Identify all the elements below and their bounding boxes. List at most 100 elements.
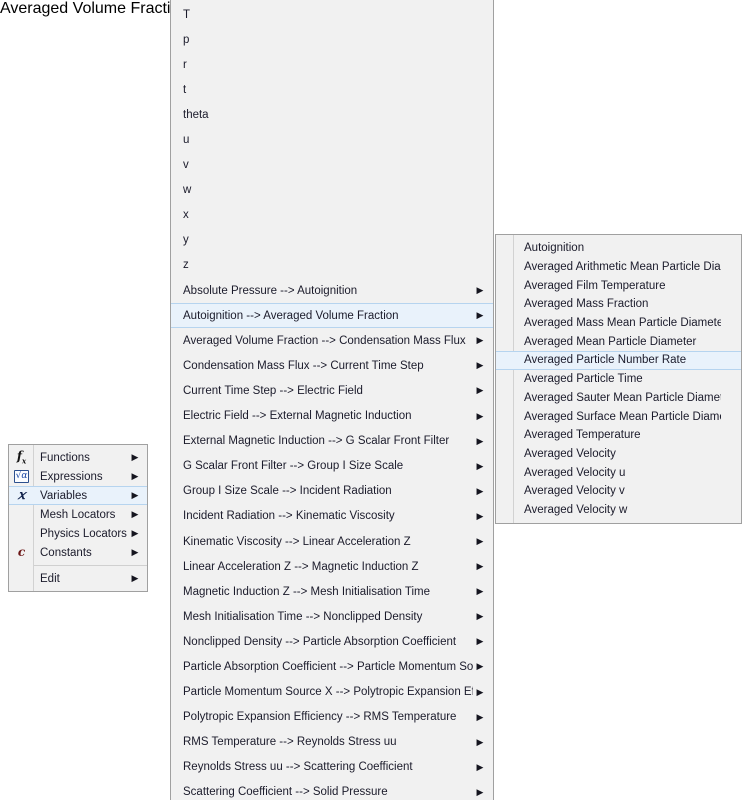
menu-item-label: Averaged Mean Particle Diameter (524, 335, 697, 348)
submenu-arrow-icon: ▶ (476, 285, 484, 296)
menu-item-label: Group I Size Scale --> Incident Radiatio… (183, 485, 392, 498)
menu-item-absolute-pressure-to-autoignition[interactable]: Absolute Pressure --> Autoignition ▶ (171, 278, 493, 303)
menu-item-label: Averaged Film Temperature (524, 279, 666, 292)
menu-item-w[interactable]: w (171, 178, 493, 203)
menu-item-averaged-mean-particle-diameter[interactable]: Averaged Mean Particle Diameter (496, 332, 741, 351)
menu-item-averaged-velocity[interactable]: Averaged Velocity (496, 445, 741, 464)
menu-item-autoignition-to-averaged-volume-fraction[interactable]: Autoignition --> Averaged Volume Fractio… (171, 303, 493, 329)
menu-item-label: w (183, 184, 192, 197)
menu-item-electric-field-to-external-magnetic-induction[interactable]: Electric Field --> External Magnetic Ind… (171, 404, 493, 429)
menu-item-magnetic-induction-z-to-mesh-initialisation-time[interactable]: Magnetic Induction Z --> Mesh Initialisa… (171, 579, 493, 604)
submenu-arrow-icon: ▶ (476, 636, 484, 647)
menu-item-averaged-temperature[interactable]: Averaged Temperature (496, 426, 741, 445)
menu-item-label: Averaged Arithmetic Mean Particle Diamet… (524, 261, 721, 274)
menu-item-label: r (183, 58, 187, 71)
menu-item-mesh-initialisation-time-to-nonclipped-density[interactable]: Mesh Initialisation Time --> Nonclipped … (171, 604, 493, 629)
menu-item-p[interactable]: p (171, 27, 493, 52)
menu-item-averaged-volume-fraction-to-condensation-mass-flux[interactable]: Averaged Volume Fraction --> Condensatio… (171, 328, 493, 353)
menu-item-label: Averaged Velocity (524, 447, 616, 460)
menu-item-y[interactable]: y (171, 228, 493, 253)
menu-item-edit[interactable]: Edit ▶ (9, 569, 147, 588)
menu-item-averaged-surface-mean-particle-diameter[interactable]: Averaged Surface Mean Particle Diameter (496, 407, 741, 426)
menu-item-label: Edit (40, 572, 60, 585)
menu-item-label: Averaged Surface Mean Particle Diameter (524, 410, 721, 423)
menu-item-v[interactable]: v (171, 153, 493, 178)
variables-menu[interactable]: Tp r t theta u v w x y z Absolute Pressure --> Aut… (170, 0, 494, 800)
menu-item-variables[interactable]: 𝑥 Variables ▶ (9, 486, 147, 505)
menu-item-r[interactable]: r (171, 52, 493, 77)
menu-item-external-magnetic-induction-to-g-scalar-front-filter[interactable]: External Magnetic Induction --> G Scalar… (171, 429, 493, 454)
menu-item-label: Condensation Mass Flux --> Current Time … (183, 359, 424, 372)
menu-item-particle-momentum-source-x-to-polytropic-expansion-efficienc[interactable]: Particle Momentum Source X --> Polytropi… (171, 680, 493, 705)
submenu-arrow-icon: ▶ (131, 547, 139, 557)
menu-item-label: Averaged Particle Time (524, 373, 643, 386)
menu-item-scattering-coefficient-to-solid-pressure[interactable]: Scattering Coefficient --> Solid Pressur… (171, 780, 493, 800)
menu-item-label: Nonclipped Density --> Particle Absorpti… (183, 635, 457, 648)
menu-item-label: Particle Absorption Coefficient --> Part… (183, 660, 473, 673)
menu-item-label: Scattering Coefficient --> Solid Pressur… (183, 786, 388, 799)
submenu-arrow-icon: ▶ (131, 471, 139, 481)
menu-item-label: T (183, 8, 191, 21)
menu-item-expressions[interactable]: √α Expressions ▶ (9, 467, 147, 486)
menu-item-u[interactable]: u (171, 127, 493, 152)
submenu-arrow-icon: ▶ (476, 661, 484, 672)
menu-item-label: p (183, 33, 190, 46)
menu-item-x[interactable]: x (171, 203, 493, 228)
submenu-arrow-icon: ▶ (131, 452, 139, 462)
context-menu[interactable]: fx Functions ▶ √α Expressions ▶ 𝑥 Variables ▶ Mes… (8, 444, 148, 592)
constant-icon: c (17, 545, 26, 559)
menu-item-incident-radiation-to-kinematic-viscosity[interactable]: Incident Radiation --> Kinematic Viscosi… (171, 504, 493, 529)
menu-item-polytropic-expansion-efficiency-to-rms-temperature[interactable]: Polytropic Expansion Efficiency --> RMS … (171, 705, 493, 730)
menu-item-label: Reynolds Stress uu --> Scattering Coeffi… (183, 761, 413, 774)
menu-item-group-i-size-scale-to-incident-radiation[interactable]: Group I Size Scale --> Incident Radiatio… (171, 479, 493, 504)
menu-item-label: theta (183, 108, 209, 121)
menu-item-nonclipped-density-to-particle-absorption-coefficient[interactable]: Nonclipped Density --> Particle Absorpti… (171, 629, 493, 654)
menu-item-condensation-mass-flux-to-current-time-step[interactable]: Condensation Mass Flux --> Current Time … (171, 353, 493, 378)
menu-separator (34, 565, 147, 566)
menu-item-mesh-locators[interactable]: Mesh Locators ▶ (9, 505, 147, 524)
menu-item-label: Averaged Sauter Mean Particle Diameter (524, 391, 721, 404)
menu-item-averaged-particle-time[interactable]: Averaged Particle Time (496, 370, 741, 389)
menu-item-g-scalar-front-filter-to-group-i-size-scale[interactable]: G Scalar Front Filter --> Group I Size S… (171, 454, 493, 479)
menu-item-averaged-velocity-v[interactable]: Averaged Velocity v (496, 482, 741, 501)
menu-item-t[interactable]: t (171, 77, 493, 102)
menu-item-z[interactable]: z (171, 253, 493, 278)
menu-item-reynolds-stress-uu-to-scattering-coefficient[interactable]: Reynolds Stress uu --> Scattering Coeffi… (171, 755, 493, 780)
context-menu-list: fx Functions ▶ √α Expressions ▶ 𝑥 Variables ▶ Mes… (9, 448, 147, 588)
menu-item-label: z (183, 259, 189, 272)
menu-item-autoignition[interactable]: Autoignition (496, 239, 741, 258)
menu-item-label: Averaged Mass Fraction (524, 298, 649, 311)
menu-item-averaged-velocity-u[interactable]: Averaged Velocity u (496, 463, 741, 482)
submenu-arrow-icon: ▶ (476, 761, 484, 772)
autoignition-submenu[interactable]: Autoignition Averaged Arithmetic Mean Par… (495, 234, 742, 525)
menu-item-averaged-mass-fraction[interactable]: Averaged Mass Fraction (496, 295, 741, 314)
submenu-arrow-icon: ▶ (476, 611, 484, 622)
menu-item-label: Absolute Pressure --> Autoignition (183, 284, 358, 297)
menu-item-label: External Magnetic Induction --> G Scalar… (183, 435, 450, 448)
menu-item-kinematic-viscosity-to-linear-acceleration-z[interactable]: Kinematic Viscosity --> Linear Accelerat… (171, 529, 493, 554)
menu-item-averaged-mass-mean-particle-diameter[interactable]: Averaged Mass Mean Particle Diameter (496, 314, 741, 333)
menu-item-physics-locators[interactable]: Physics Locators ▶ (9, 524, 147, 543)
menu-item-averaged-arithmetic-mean-particle-diameter[interactable]: Averaged Arithmetic Mean Particle Diamet… (496, 258, 741, 277)
submenu-arrow-icon: ▶ (476, 385, 484, 396)
submenu-arrow-icon: ▶ (476, 686, 484, 697)
menu-item-label: Variables (40, 489, 88, 502)
menu-item-label: Incident Radiation --> Kinematic Viscosi… (183, 510, 395, 523)
menu-item-functions[interactable]: fx Functions ▶ (9, 448, 147, 467)
menu-item-averaged-velocity-w[interactable]: Averaged Velocity w (496, 501, 741, 520)
menu-item-theta[interactable]: theta (171, 102, 493, 127)
submenu-arrow-icon: ▶ (476, 510, 484, 521)
screen: Tp r t theta u v w x y z Absolute Pressure --> Aut… (0, 0, 743, 800)
menu-item-linear-acceleration-z-to-magnetic-induction-z[interactable]: Linear Acceleration Z --> Magnetic Induc… (171, 554, 493, 579)
menu-item-current-time-step-to-electric-field[interactable]: Current Time Step --> Electric Field ▶ (171, 378, 493, 403)
menu-item-label: Averaged Particle Number Rate (524, 354, 687, 367)
menu-item-rms-temperature-to-reynolds-stress-uu[interactable]: RMS Temperature --> Reynolds Stress uu ▶ (171, 730, 493, 755)
menu-item-constants[interactable]: c Constants ▶ (9, 543, 147, 562)
submenu-arrow-icon: ▶ (476, 410, 484, 421)
menu-item-averaged-film-temperature[interactable]: Averaged Film Temperature (496, 276, 741, 295)
menu-item-t[interactable]: T (171, 2, 493, 27)
submenu-arrow-icon: ▶ (476, 736, 484, 747)
menu-item-particle-absorption-coefficient-to-particle-momentum-source-[interactable]: Particle Absorption Coefficient --> Part… (171, 654, 493, 679)
menu-item-averaged-sauter-mean-particle-diameter[interactable]: Averaged Sauter Mean Particle Diameter (496, 389, 741, 408)
menu-item-averaged-particle-number-rate[interactable]: Averaged Particle Number Rate (496, 351, 741, 370)
